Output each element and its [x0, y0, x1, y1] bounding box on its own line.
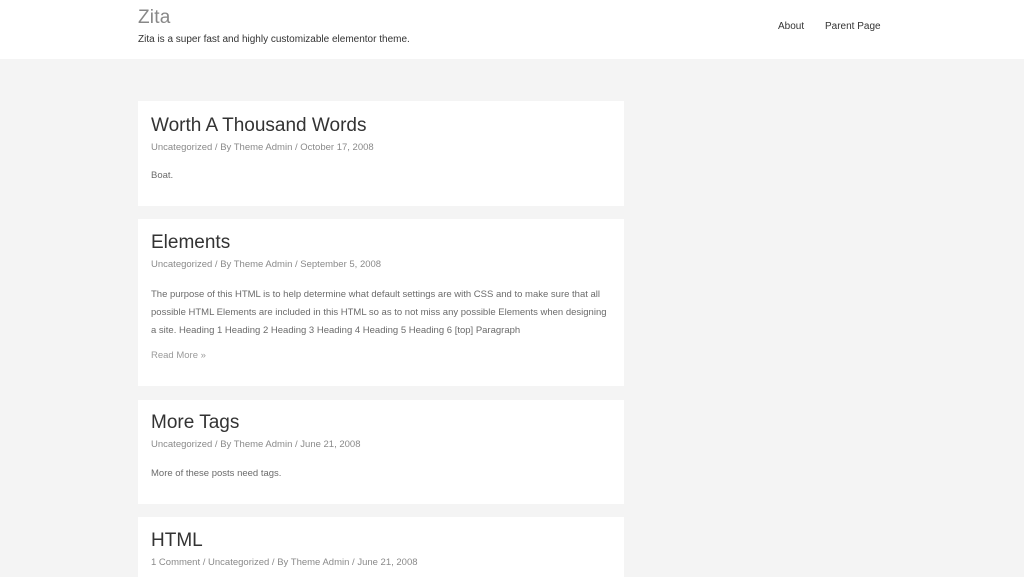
post-category-link[interactable]: Uncategorized	[151, 439, 212, 450]
post-author-link[interactable]: By Theme Admin	[220, 142, 292, 153]
meta-separator: /	[200, 557, 209, 568]
post-title-link[interactable]: Worth A Thousand Words	[151, 115, 366, 137]
post-category-link[interactable]: Uncategorized	[151, 142, 212, 153]
nav-item-parent-page[interactable]: Parent Page	[825, 21, 881, 32]
post-category-link[interactable]: Uncategorized	[151, 259, 212, 270]
post-date-link[interactable]: October 17, 2008	[300, 142, 373, 153]
post-title-link[interactable]: More Tags	[151, 412, 239, 434]
post-meta: 1 Comment / Uncategorized / By Theme Adm…	[151, 557, 418, 568]
post-card: Worth A Thousand Words Uncategorized / B…	[138, 101, 624, 206]
read-more-link[interactable]: Read More »	[151, 350, 206, 361]
post-card: Elements Uncategorized / By Theme Admin …	[138, 219, 624, 386]
post-date-link[interactable]: June 21, 2008	[300, 439, 360, 450]
post-title-link[interactable]: Elements	[151, 232, 230, 254]
post-title-link[interactable]: HTML	[151, 530, 203, 552]
post-card: More Tags Uncategorized / By Theme Admin…	[138, 400, 624, 504]
post-meta: Uncategorized / By Theme Admin / Septemb…	[151, 259, 381, 270]
post-date-link[interactable]: June 21, 2008	[357, 557, 417, 568]
post-comments-link[interactable]: 1 Comment	[151, 557, 200, 568]
meta-separator: /	[212, 142, 221, 153]
main-navigation: About Parent Page	[0, 21, 1024, 35]
post-card: HTML 1 Comment / Uncategorized / By Them…	[138, 517, 624, 577]
site-header: Zita Zita is a super fast and highly cus…	[0, 0, 1024, 59]
post-author-link[interactable]: By Theme Admin	[220, 259, 292, 270]
post-author-link[interactable]: By Theme Admin	[277, 557, 349, 568]
post-excerpt: The purpose of this HTML is to help dete…	[151, 289, 607, 336]
meta-separator: /	[212, 439, 221, 450]
post-author-link[interactable]: By Theme Admin	[220, 439, 292, 450]
post-category-link[interactable]: Uncategorized	[208, 557, 269, 568]
meta-separator: /	[212, 259, 221, 270]
post-meta: Uncategorized / By Theme Admin / June 21…	[151, 439, 361, 450]
post-excerpt: More of these posts need tags.	[151, 468, 282, 479]
post-excerpt: Boat.	[151, 170, 174, 181]
site-tagline: Zita is a super fast and highly customiz…	[138, 34, 410, 45]
post-meta: Uncategorized / By Theme Admin / October…	[151, 142, 374, 153]
post-date-link[interactable]: September 5, 2008	[300, 259, 381, 270]
nav-item-about[interactable]: About	[778, 21, 804, 32]
